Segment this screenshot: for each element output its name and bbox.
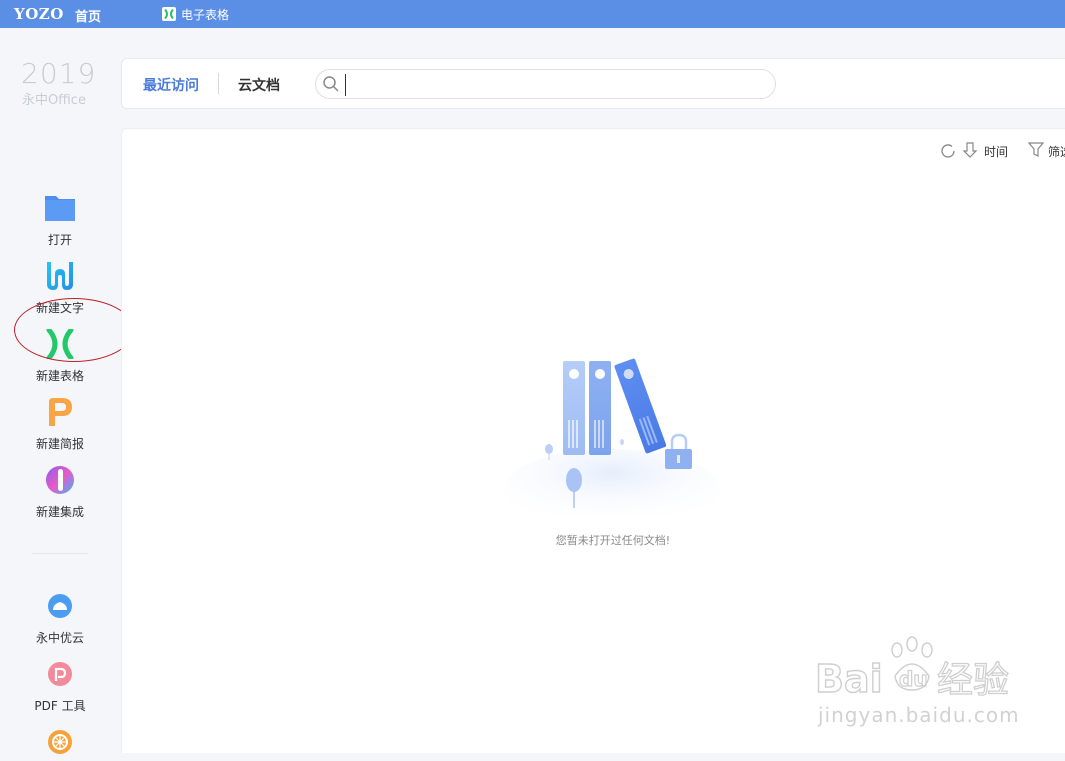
empty-state-message: 您暂未打开过任何文档! (555, 534, 671, 547)
sidebar-item-label: 新建集成 (35, 505, 84, 519)
search-input[interactable] (345, 74, 772, 96)
sidebar-item-open[interactable]: 打开 (0, 193, 120, 248)
highlight-ellipse (14, 298, 134, 362)
filter-icon[interactable] (1028, 141, 1044, 159)
sort-down-icon[interactable] (962, 141, 978, 159)
yozo-logo: YOZO (14, 5, 64, 23)
refresh-icon[interactable] (939, 142, 957, 160)
sidebar-item-yozo-cloud[interactable]: 永中优云 (0, 591, 120, 646)
sidebar-item-new-presentation[interactable]: 新建简报 (0, 397, 120, 452)
sidebar-item-label: PDF 工具 (34, 699, 86, 713)
folder-icon (45, 196, 75, 221)
home-tab[interactable]: 首页 (75, 6, 101, 25)
sidebar-divider (32, 553, 88, 554)
presentation-p-icon (49, 398, 72, 426)
svg-text:Bai: Bai (815, 657, 883, 701)
cloud-icon (48, 594, 72, 618)
sidebar-item-pdf-tools[interactable]: PDF 工具 (0, 659, 120, 714)
filter-button[interactable]: 筛选 (1048, 143, 1065, 160)
writer-w-icon (47, 262, 73, 290)
title-bar: YOZO 首页 电子表格 (0, 0, 1065, 28)
sidebar: 2019 永中Office 打开 新建文字 新建表格 新建简报 新建集成 永中优… (0, 28, 120, 754)
version-year: 2019 (21, 57, 97, 90)
sidebar-item-label: 打开 (47, 233, 72, 247)
tab-label: 电子表格 (181, 7, 230, 22)
file-header: 最近访问 云文档 (121, 58, 1065, 109)
orange-app-icon (48, 730, 72, 754)
sidebar-item-label: 永中优云 (35, 631, 84, 645)
product-name: 永中Office (22, 93, 86, 108)
tab-spreadsheet[interactable]: 电子表格 (162, 5, 229, 23)
tab-cloud-docs[interactable]: 云文档 (238, 75, 280, 95)
baidu-watermark: Bai du 经验 (815, 636, 1010, 702)
sort-by-time[interactable]: 时间 (984, 143, 1008, 160)
tab-separator (218, 73, 219, 94)
empty-state-illustration (504, 358, 720, 514)
sidebar-item-new-integrated[interactable]: 新建集成 (0, 465, 120, 520)
integrated-icon (46, 466, 74, 494)
watermark-url: jingyan.baidu.com (818, 703, 1020, 727)
svg-text:经验: 经验 (937, 660, 1009, 701)
sidebar-item-label: 新建表格 (35, 369, 84, 383)
svg-text:du: du (899, 667, 928, 691)
sidebar-item-more[interactable] (0, 727, 120, 761)
sidebar-item-label: 新建简报 (35, 437, 84, 451)
search-box[interactable] (315, 69, 776, 99)
spreadsheet-icon (162, 7, 176, 21)
search-icon[interactable] (322, 75, 340, 93)
tab-recent[interactable]: 最近访问 (143, 75, 199, 95)
pdf-icon (48, 662, 72, 686)
